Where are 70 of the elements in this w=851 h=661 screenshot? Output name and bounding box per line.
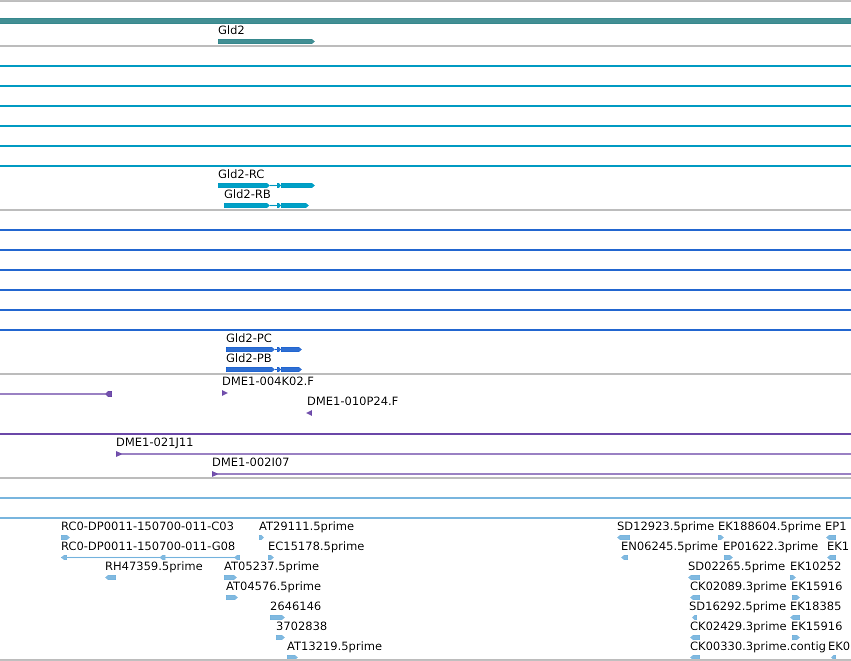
est-glyph[interactable] [61, 535, 70, 540]
feature-label: Gld2-RC [218, 168, 264, 181]
feature-label: AT05237.5prime [224, 560, 320, 573]
feature-label: EN06245.5prime [621, 540, 718, 553]
est-glyph[interactable] [792, 595, 800, 600]
feature-label: EK10252 [790, 560, 842, 573]
feature-label: EK15916 [791, 580, 842, 593]
est-glyph[interactable] [826, 535, 836, 540]
feature-label: DME1-002I07 [212, 456, 290, 469]
feature-label: SD02265.5prime [688, 560, 786, 573]
feature-label: 3702838 [276, 620, 328, 633]
est-glyph[interactable] [831, 655, 836, 659]
est-glyph[interactable] [617, 535, 630, 540]
est-glyph[interactable] [724, 555, 733, 560]
feature-label: DME1-004K02.F [222, 375, 314, 388]
feature-label: RC0-DP0011-150700-011-C03 [61, 520, 234, 533]
feature-label: AT29111.5prime [259, 520, 354, 533]
feature-label: AT13219.5prime [287, 640, 382, 653]
feature-label: RC0-DP0011-150700-011-G08 [61, 540, 236, 553]
feature-label: EC15178.5prime [268, 540, 364, 553]
feature-label: EK18385 [790, 600, 842, 613]
est-glyph[interactable] [226, 595, 238, 600]
feature-label: EP1 [825, 520, 847, 533]
feature-label: CK00330.3prime.contig [690, 640, 826, 653]
est-glyph[interactable] [827, 555, 836, 560]
transcript-glyph[interactable] [218, 183, 315, 188]
feature-label: SD16292.5prime [689, 600, 786, 613]
est-glyph[interactable] [718, 535, 724, 540]
transcript-glyph[interactable] [224, 203, 309, 208]
clone-glyph[interactable] [116, 451, 851, 457]
feature-label: CK02429.3prime [690, 620, 787, 633]
est-glyph[interactable] [287, 655, 298, 659]
est-glyph[interactable] [790, 575, 796, 580]
est-glyph[interactable] [688, 575, 700, 580]
transcript-glyph[interactable] [226, 347, 302, 352]
est-glyph[interactable] [792, 635, 800, 640]
est-glyph[interactable] [259, 535, 264, 540]
feature-label: RH47359.5prime [105, 560, 203, 573]
transcript-glyph[interactable] [226, 367, 302, 372]
est-glyph[interactable] [692, 615, 697, 620]
est-glyph[interactable] [790, 615, 800, 620]
feature-label: Gld2-PB [226, 352, 272, 365]
clone-glyph[interactable] [212, 471, 851, 477]
feature-label: 2646146 [270, 600, 322, 613]
est-glyph[interactable] [690, 655, 700, 659]
est-glyph[interactable] [276, 635, 285, 640]
est-glyph[interactable] [690, 635, 700, 640]
est-glyph[interactable] [105, 575, 116, 580]
feature-label: EK0 [828, 640, 850, 653]
feature-label: Gld2-PC [226, 332, 272, 345]
est-glyph[interactable] [270, 615, 285, 620]
feature-label: Gld2 [218, 24, 245, 37]
est-glyph[interactable] [61, 555, 240, 560]
feature-label: EK188604.5prime [718, 520, 822, 533]
feature-label: DME1-010P24.F [307, 395, 398, 408]
feature-label: EP01622.3prime [723, 540, 818, 553]
est-glyph[interactable] [690, 595, 700, 600]
feature-label: Gld2-RB [224, 188, 271, 201]
est-glyph[interactable] [268, 555, 274, 560]
feature-label: AT04576.5prime [226, 580, 322, 593]
read-glyph[interactable] [222, 390, 228, 396]
read-glyph[interactable] [306, 410, 312, 416]
est-glyph[interactable] [621, 555, 628, 560]
feature-label: SD12923.5prime [617, 520, 714, 533]
clone-glyph[interactable] [0, 391, 112, 397]
est-glyph[interactable] [224, 575, 237, 580]
feature-label: CK02089.3prime [690, 580, 787, 593]
feature-label: EK1 [827, 540, 850, 553]
feature-label: EK15916 [791, 620, 842, 633]
feature-label: DME1-021J11 [116, 436, 194, 449]
